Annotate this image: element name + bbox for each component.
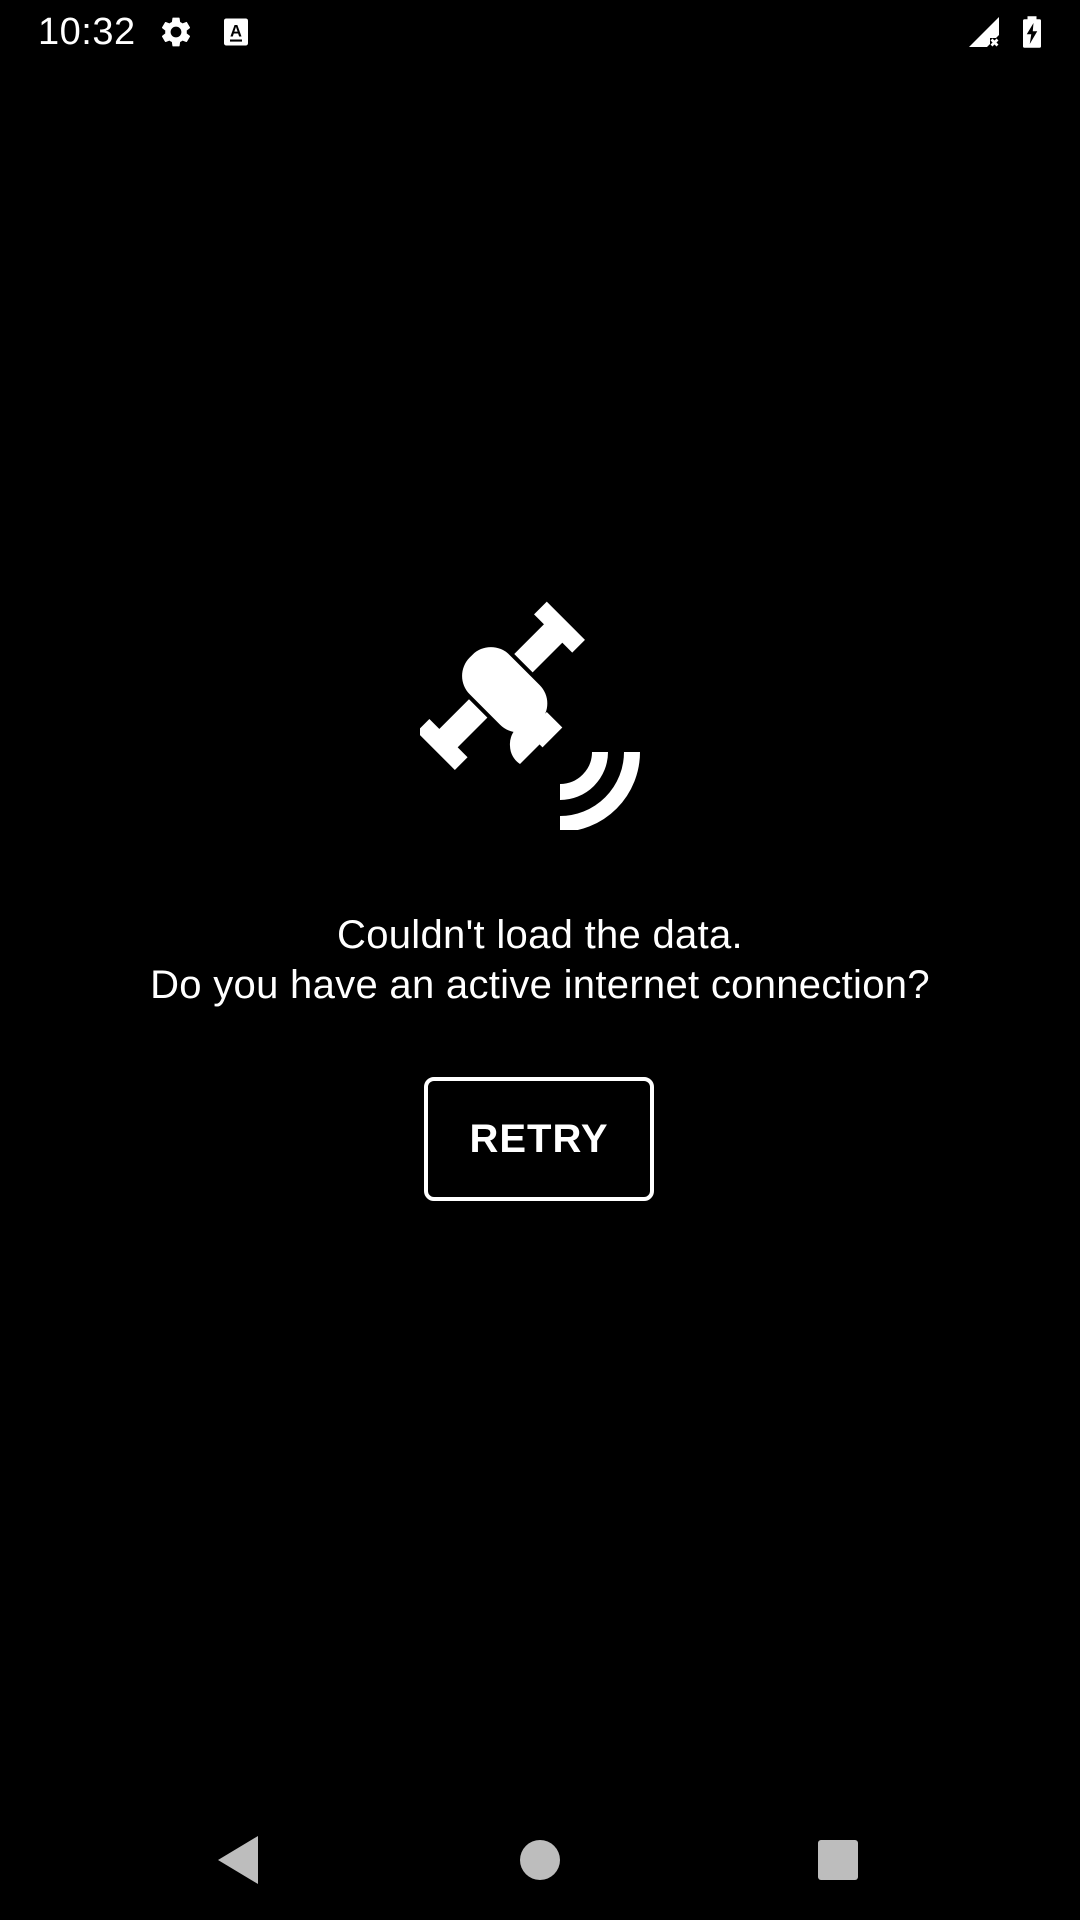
recents-square-icon[interactable]	[810, 1832, 866, 1888]
home-circle-icon[interactable]	[512, 1832, 568, 1888]
error-message: Couldn't load the data. Do you have an a…	[60, 910, 1020, 1010]
retry-button[interactable]: RETRY	[424, 1077, 654, 1201]
error-screen: Couldn't load the data. Do you have an a…	[0, 0, 1080, 1920]
error-message-line-1: Couldn't load the data.	[337, 913, 743, 957]
navigation-bar	[0, 1800, 1080, 1920]
error-message-line-2: Do you have an active internet connectio…	[150, 963, 930, 1007]
satellite-no-signal-icon	[420, 600, 650, 830]
back-triangle-icon[interactable]	[212, 1832, 268, 1888]
